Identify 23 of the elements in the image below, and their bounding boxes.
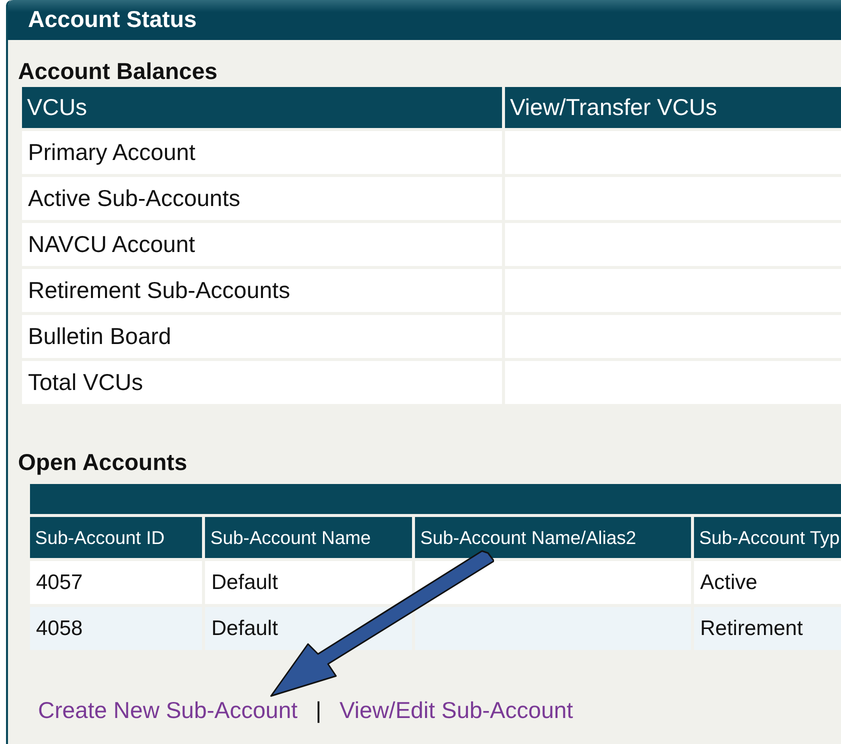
section-heading: Open Accounts [18,449,188,476]
table-cell: NAVCU Account [22,223,502,266]
section-heading: Account Balances [18,58,218,85]
table-cell: Default [205,561,412,604]
table-cell: Bulletin Board [22,315,502,358]
table-cell: Active [694,561,841,604]
table-cell: 4058 [30,607,202,650]
panel-title: Account Status [8,0,841,40]
link[interactable]: Create New Sub-Account [38,697,298,724]
table-cell: 4057 [30,561,202,604]
column-header: Sub-Account ID [30,517,202,558]
column-header: View/Transfer VCUs [505,87,841,128]
link-separator: | [316,697,322,724]
column-header: Sub-Account Typ [694,517,841,558]
table-cell: Retirement [694,607,841,650]
column-header: Sub-Account Name [205,517,412,558]
column-header: VCUs [22,87,502,128]
table-cell: Primary Account [22,131,502,174]
column-header: Sub-Account Name/Alias2 [415,517,692,558]
table-cell: Active Sub-Accounts [22,177,502,220]
table-cell: Retirement Sub-Accounts [22,269,502,312]
table-cell: Total VCUs [22,361,502,404]
link[interactable]: View/Edit Sub-Account [340,697,574,724]
